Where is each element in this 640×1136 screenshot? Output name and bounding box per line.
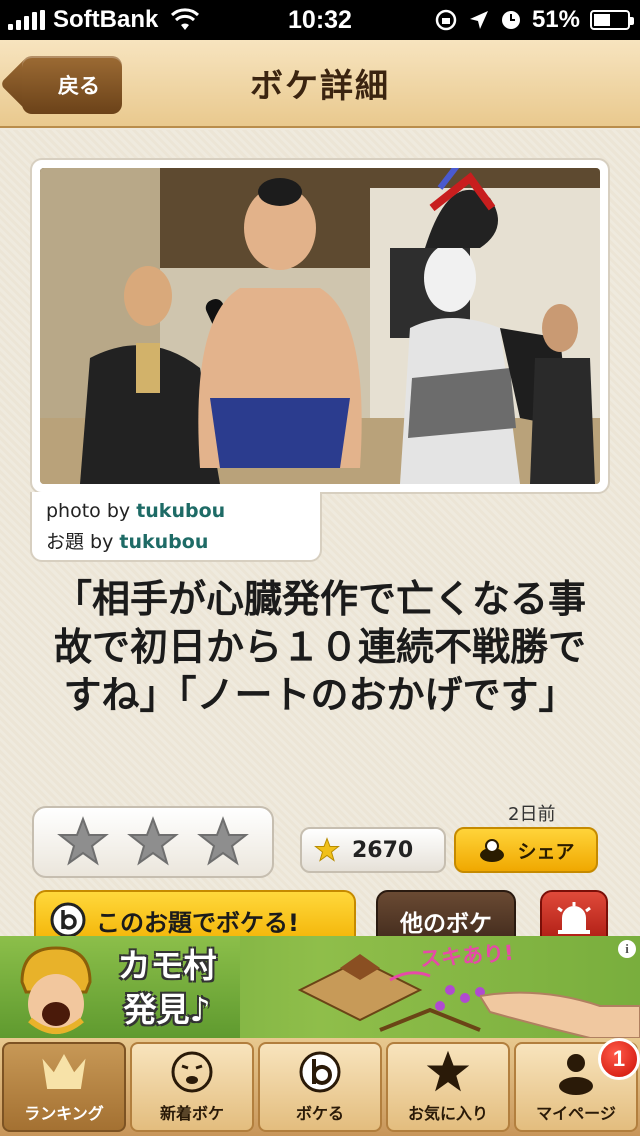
tab-ranking[interactable]: ランキング bbox=[2, 1042, 126, 1132]
back-button[interactable]: 戻る bbox=[22, 56, 126, 114]
ad-title-line2: 発見♪ bbox=[123, 990, 211, 1029]
star-icon bbox=[426, 1050, 470, 1092]
pointing-hand-icon bbox=[480, 991, 640, 1038]
notification-badge: 1 bbox=[598, 1038, 640, 1080]
odai-credit: お題 by tukubou bbox=[46, 527, 306, 558]
star-rating-2-icon[interactable] bbox=[127, 816, 179, 868]
tab-favorites-label: お気に入り bbox=[407, 1104, 488, 1123]
boke-text: 「相手が心臓発作で亡くなる事故で初日から１０連続不戦勝ですね」「ノートのおかげで… bbox=[53, 577, 586, 717]
main-content[interactable]: photo by tukubou お題 by tukubou 「相手が心臓発作で… bbox=[0, 130, 640, 950]
rating-stars bbox=[32, 806, 274, 878]
tab-ranking-label: ランキング bbox=[24, 1104, 104, 1123]
tab-new-boke-label: 新着ボケ bbox=[159, 1104, 224, 1123]
odai-credit-user[interactable]: tukubou bbox=[119, 531, 208, 553]
ad-title-line1: カモ村 bbox=[117, 946, 217, 985]
photo-illustration bbox=[40, 168, 600, 484]
photo-credit-label: photo by bbox=[46, 500, 131, 522]
ad-info-icon[interactable]: i bbox=[618, 940, 636, 958]
location-icon bbox=[469, 11, 488, 29]
boke-this-odai-label: このお題でボケる! bbox=[96, 908, 299, 937]
ad-banner[interactable]: カモ村 発見♪ スキあり! i bbox=[0, 936, 640, 1038]
siren-icon bbox=[557, 902, 591, 934]
odai-photo[interactable] bbox=[40, 168, 600, 484]
gold-star-icon bbox=[314, 837, 340, 862]
tab-mypage-label: マイページ bbox=[536, 1104, 616, 1123]
tab-favorites[interactable]: お気に入り bbox=[386, 1042, 510, 1132]
tab-new-boke[interactable]: 新着ボケ bbox=[130, 1042, 254, 1132]
photo-credit-user[interactable]: tukubou bbox=[136, 500, 225, 522]
tab-boke[interactable]: ボケる bbox=[258, 1042, 382, 1132]
star-rating-3-icon[interactable] bbox=[197, 816, 249, 868]
navigation-bar: 戻る ボケ詳細 bbox=[0, 40, 640, 128]
ad-title: カモ村 発見♪ bbox=[92, 944, 242, 1032]
page-title: ボケ詳細 bbox=[250, 66, 390, 105]
photo-card bbox=[30, 158, 610, 494]
b-logo-icon bbox=[50, 902, 86, 938]
tab-bar: ランキング 新着ボケ ボケる お気に入り マイページ 1 bbox=[0, 1038, 640, 1136]
battery-icon bbox=[590, 10, 634, 30]
star-count-box: 2670 bbox=[300, 827, 446, 873]
status-bar: SoftBank 10:32 51% bbox=[0, 0, 640, 40]
b-logo-icon bbox=[299, 1051, 341, 1093]
star-count: 2670 bbox=[352, 837, 414, 863]
battery-percent: 51% bbox=[531, 6, 580, 33]
share-label: シェア bbox=[517, 840, 575, 863]
share-button[interactable]: シェア bbox=[454, 827, 598, 873]
photo-credit: photo by tukubou bbox=[46, 496, 306, 527]
tab-boke-label: ボケる bbox=[295, 1104, 344, 1123]
other-boke-label: 他のボケ bbox=[400, 911, 492, 937]
alarm-icon bbox=[501, 11, 520, 29]
tab-mypage[interactable]: マイページ 1 bbox=[514, 1038, 640, 1132]
barbarian-character-icon bbox=[20, 946, 92, 1034]
odai-credit-label: お題 by bbox=[46, 531, 114, 553]
share-mascot-icon bbox=[480, 839, 505, 862]
credit-card: photo by tukubou お題 by tukubou bbox=[30, 492, 322, 562]
face-icon bbox=[171, 1051, 213, 1093]
post-timestamp: 2日前 bbox=[508, 804, 556, 825]
person-icon bbox=[559, 1054, 593, 1095]
back-button-label: 戻る bbox=[22, 56, 122, 114]
star-rating-1-icon[interactable] bbox=[57, 816, 109, 868]
rotation-lock-icon bbox=[435, 9, 457, 31]
crown-icon bbox=[42, 1053, 86, 1089]
